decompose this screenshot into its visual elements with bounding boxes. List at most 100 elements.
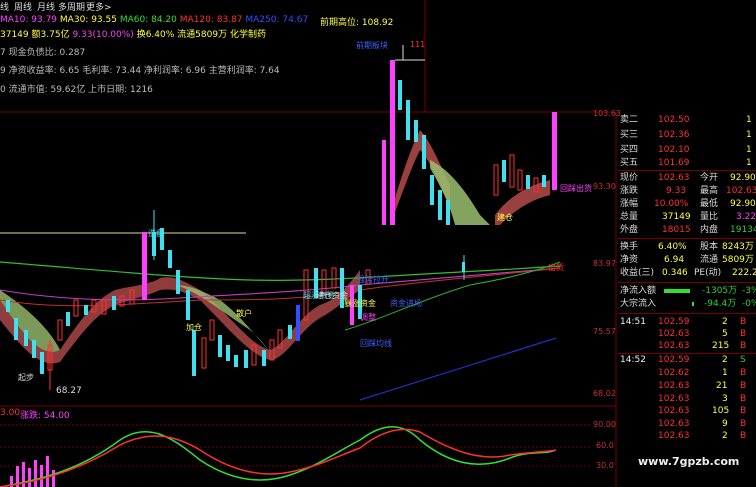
- chart-annotation: 回踩出货: [560, 184, 592, 193]
- tick-side: B: [740, 329, 747, 339]
- osc-axis-tick: 30.0: [596, 461, 614, 470]
- stat-value: 37149: [662, 212, 691, 222]
- chart-annotation: 调整: [360, 313, 376, 322]
- stat-value: 222.2: [732, 268, 756, 278]
- stat-value: 10.00%: [654, 199, 689, 209]
- chart-annotation: 洗盘: [148, 229, 164, 238]
- chart-annotation: 加仓: [186, 323, 202, 332]
- tick-price: 102.59: [658, 317, 690, 327]
- stat-label: 最高: [700, 186, 719, 196]
- low-price-label: 68.27: [56, 386, 82, 396]
- osc-axis-tick: 90.00: [593, 420, 616, 429]
- ma250-value: MA250: 74.67: [245, 15, 309, 25]
- fundamental-line-3: 0 流通市值: 59.62亿 上市日期: 1216: [0, 85, 153, 95]
- order-level-volume: 1: [746, 130, 752, 140]
- tick-side: B: [740, 394, 747, 404]
- stat-value: 6.40%: [658, 242, 687, 252]
- tick-price: 102.63: [658, 341, 690, 351]
- tick-side: B: [740, 406, 747, 416]
- order-level-volume: 1: [746, 158, 752, 168]
- flow-bar: [692, 302, 694, 306]
- price-axis-tick: 103.63: [593, 109, 621, 118]
- flow-pct: -3%: [742, 286, 756, 296]
- order-level-volume: 1: [746, 115, 752, 125]
- tick-price: 102.63: [658, 394, 690, 404]
- chart-annotation: 前期板块: [356, 41, 388, 50]
- stat-label: 净资: [620, 255, 639, 265]
- tick-price: 102.63: [658, 431, 690, 441]
- flow-label: 大宗流入: [620, 299, 657, 309]
- stat-label: 现价: [620, 173, 639, 183]
- tick-volume: 9: [722, 419, 728, 429]
- order-level-price: 102.10: [658, 145, 690, 155]
- flow-pct: -0%: [742, 299, 756, 309]
- stat-value: 6.94: [664, 255, 685, 265]
- sector-value: 化学制药: [229, 30, 266, 40]
- tick-side: B: [740, 431, 747, 441]
- stat-label: 内盘: [700, 225, 719, 235]
- tick-volume: 2: [722, 355, 728, 365]
- fundamental-line-1: 7 现金负债比: 0.287: [0, 48, 86, 58]
- order-level-price: 102.36: [658, 130, 690, 140]
- stat-label: 股本: [700, 242, 719, 252]
- float-shares-value: 流通5809万: [177, 30, 228, 40]
- tick-time: 14:51: [620, 317, 646, 327]
- stat-label: 外盘: [620, 225, 639, 235]
- tick-price: 102.59: [658, 355, 690, 365]
- ma60-value: MA60: 84.20: [119, 15, 177, 25]
- stat-label: 总量: [620, 212, 639, 222]
- turnover-value: 换6.40%: [136, 30, 175, 40]
- flow-bar: [664, 289, 690, 293]
- ma30-value: MA30: 93.55: [59, 15, 117, 25]
- ma120-value: MA120: 83.87: [179, 15, 243, 25]
- stat-value: 18015: [662, 225, 691, 235]
- stat-value: 102.63: [726, 186, 756, 196]
- stat-value: 3.22: [736, 212, 756, 222]
- tick-price: 102.63: [658, 381, 690, 391]
- tick-volume: 2: [722, 431, 728, 441]
- chart-annotation: 起步: [18, 373, 34, 382]
- stat-label: 量比: [700, 212, 719, 222]
- price-axis-tick: 83.97: [593, 259, 616, 268]
- price-axis-tick: 68.02: [593, 389, 616, 398]
- oscillator: [0, 424, 590, 487]
- stat-label: 涨幅: [620, 199, 639, 209]
- stat-value: 9.33: [666, 186, 687, 196]
- stat-label: 收益(三): [620, 268, 655, 278]
- stat-value: 102.63: [658, 173, 690, 183]
- tick-side: S: [740, 355, 746, 365]
- stat-value: 92.90: [730, 199, 756, 209]
- stat-label: 涨跌: [620, 186, 639, 196]
- flow-value: -94.4万: [704, 299, 737, 309]
- tick-price: 102.63: [658, 329, 690, 339]
- chart-annotation: 出货: [548, 263, 564, 272]
- tick-time: 14:52: [620, 355, 646, 365]
- peak-price-label: 111: [410, 40, 426, 49]
- tick-volume: 5: [722, 329, 728, 339]
- tick-side: B: [740, 368, 747, 378]
- order-level-label: 买五: [620, 158, 639, 168]
- tick-side: B: [740, 381, 747, 391]
- fundamental-line-2: 9 净资收益率: 6.65 毛利率: 73.44 净利润率: 6.96 主营利润…: [0, 66, 280, 76]
- watermark: www.7gpzb.com: [638, 455, 740, 468]
- chart-annotation: 暴涨资金: [344, 299, 376, 308]
- chart-annotation: 强势拉升: [357, 275, 389, 284]
- stat-label: PE(动): [694, 268, 722, 278]
- tick-volume: 215: [712, 341, 730, 351]
- tick-side: B: [740, 341, 747, 351]
- stat-value: 5809万: [722, 255, 754, 265]
- tick-side: B: [740, 317, 747, 327]
- stat-label: 换手: [620, 242, 639, 252]
- stat-label: 最低: [700, 199, 719, 209]
- tick-volume: 3: [722, 394, 728, 404]
- flow-value: -1305万: [702, 286, 738, 296]
- order-level-label: 卖二: [620, 115, 639, 125]
- tick-volume: 105: [712, 406, 730, 416]
- chart-annotation: 散户: [236, 309, 252, 318]
- order-level-label: 买三: [620, 130, 639, 140]
- osc-indicator-label: 涨跌: 54.00: [20, 411, 70, 421]
- stat-value: 19134: [730, 225, 756, 235]
- tick-price: 102.62: [658, 368, 690, 378]
- tick-volume: 2: [722, 317, 728, 327]
- order-level-volume: 1: [746, 145, 752, 155]
